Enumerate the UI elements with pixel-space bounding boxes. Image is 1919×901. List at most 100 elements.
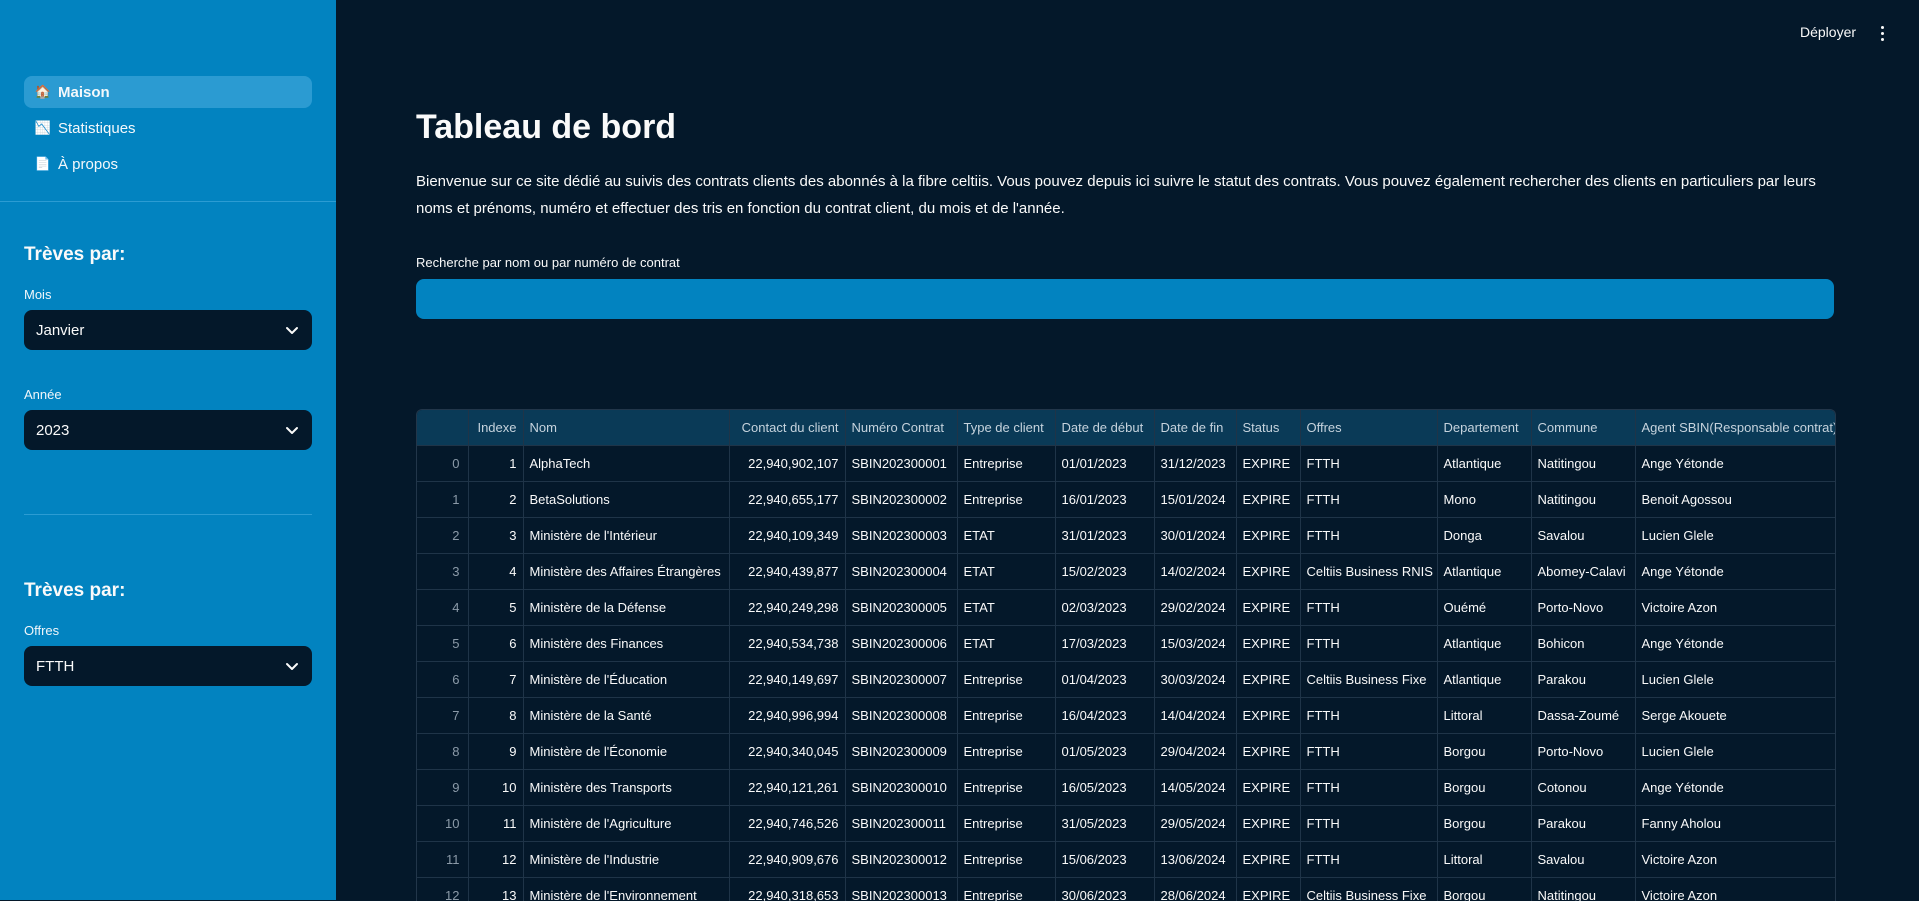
filter-heading: Trèves par: [24, 580, 125, 602]
cell-date-debut: 01/04/2023 [1055, 662, 1154, 698]
cell-indexe: 3 [468, 518, 523, 554]
cell-agent: Benoit Agossou [1635, 482, 1835, 518]
cell-row-index: 5 [417, 626, 468, 662]
column-header-indexe[interactable]: Indexe [468, 410, 523, 446]
offres-label: Offres [24, 623, 59, 638]
search-input[interactable] [416, 279, 1834, 319]
cell-indexe: 2 [468, 482, 523, 518]
data-table[interactable]: IndexeNomContact du clientNuméro Contrat… [416, 409, 1836, 901]
cell-status: EXPIRE [1236, 698, 1300, 734]
annee-select[interactable]: 2023 [24, 410, 312, 450]
column-header-commune[interactable]: Commune [1531, 410, 1635, 446]
sidebar-divider [0, 201, 336, 202]
cell-indexe: 12 [468, 842, 523, 878]
cell-status: EXPIRE [1236, 626, 1300, 662]
table-row[interactable]: 1112Ministère de l'Industrie22,940,909,6… [417, 842, 1835, 878]
table-row[interactable]: 12BetaSolutions22,940,655,177SBIN2023000… [417, 482, 1835, 518]
cell-numero-contrat: SBIN202300005 [845, 590, 957, 626]
mois-select-value: Janvier [36, 322, 84, 339]
cell-agent: Lucien Glele [1635, 662, 1835, 698]
column-header-date-debut[interactable]: Date de début [1055, 410, 1154, 446]
column-header-contact[interactable]: Contact du client [729, 410, 845, 446]
cell-offres: FTTH [1300, 482, 1437, 518]
cell-offres: FTTH [1300, 770, 1437, 806]
cell-nom: Ministère de l'Agriculture [523, 806, 729, 842]
offres-select[interactable]: FTTH [24, 646, 312, 686]
cell-row-index: 6 [417, 662, 468, 698]
page-title: Tableau de bord [416, 108, 676, 147]
cell-numero-contrat: SBIN202300007 [845, 662, 957, 698]
cell-agent: Victoire Azon [1635, 590, 1835, 626]
cell-row-index: 0 [417, 446, 468, 482]
cell-type-client: ETAT [957, 590, 1055, 626]
table-row[interactable]: 01AlphaTech22,940,902,107SBIN202300001En… [417, 446, 1835, 482]
sidebar-item-label: Statistiques [58, 120, 136, 137]
cell-status: EXPIRE [1236, 554, 1300, 590]
table-row[interactable]: 45Ministère de la Défense22,940,249,298S… [417, 590, 1835, 626]
column-header-status[interactable]: Status [1236, 410, 1300, 446]
column-header-type-client[interactable]: Type de client [957, 410, 1055, 446]
column-header-agent[interactable]: Agent SBIN(Responsable contrat) [1635, 410, 1835, 446]
table-row[interactable]: 34Ministère des Affaires Étrangères22,94… [417, 554, 1835, 590]
cell-numero-contrat: SBIN202300002 [845, 482, 957, 518]
table-row[interactable]: 56Ministère des Finances22,940,534,738SB… [417, 626, 1835, 662]
kebab-menu-icon[interactable] [1872, 20, 1892, 46]
table-row[interactable]: 910Ministère des Transports22,940,121,26… [417, 770, 1835, 806]
cell-offres: FTTH [1300, 626, 1437, 662]
cell-numero-contrat: SBIN202300008 [845, 698, 957, 734]
offres-select-value: FTTH [36, 658, 74, 675]
cell-row-index: 9 [417, 770, 468, 806]
sidebar-item-a-propos[interactable]: 📄 À propos [24, 148, 312, 180]
cell-commune: Cotonou [1531, 770, 1635, 806]
cell-commune: Bohicon [1531, 626, 1635, 662]
cell-numero-contrat: SBIN202300009 [845, 734, 957, 770]
sidebar-item-maison[interactable]: 🏠 Maison [24, 76, 312, 108]
column-header-date-fin[interactable]: Date de fin [1154, 410, 1236, 446]
column-header-numero-contrat[interactable]: Numéro Contrat [845, 410, 957, 446]
cell-departement: Mono [1437, 482, 1531, 518]
cell-status: EXPIRE [1236, 482, 1300, 518]
cell-offres: FTTH [1300, 734, 1437, 770]
column-header-offres[interactable]: Offres [1300, 410, 1437, 446]
cell-date-fin: 15/03/2024 [1154, 626, 1236, 662]
sidebar-item-label: À propos [58, 156, 118, 173]
table-row[interactable]: 89Ministère de l'Économie22,940,340,045S… [417, 734, 1835, 770]
column-header-nom[interactable]: Nom [523, 410, 729, 446]
table-row[interactable]: 78Ministère de la Santé22,940,996,994SBI… [417, 698, 1835, 734]
table-row[interactable]: 23Ministère de l'Intérieur22,940,109,349… [417, 518, 1835, 554]
cell-departement: Atlantique [1437, 554, 1531, 590]
mois-select[interactable]: Janvier [24, 310, 312, 350]
cell-date-debut: 15/02/2023 [1055, 554, 1154, 590]
cell-commune: Abomey-Calavi [1531, 554, 1635, 590]
table-row[interactable]: 67Ministère de l'Éducation22,940,149,697… [417, 662, 1835, 698]
annee-select-value: 2023 [36, 422, 69, 439]
cell-type-client: ETAT [957, 626, 1055, 662]
cell-departement: Borgou [1437, 734, 1531, 770]
cell-nom: BetaSolutions [523, 482, 729, 518]
deploy-button[interactable]: Déployer [1800, 24, 1856, 40]
sidebar-item-statistiques[interactable]: 📉 Statistiques [24, 112, 312, 144]
cell-numero-contrat: SBIN202300011 [845, 806, 957, 842]
cell-commune: Savalou [1531, 518, 1635, 554]
chart-decreasing-icon: 📉 [34, 120, 52, 136]
cell-contact: 22,940,109,349 [729, 518, 845, 554]
cell-indexe: 9 [468, 734, 523, 770]
document-icon: 📄 [34, 156, 52, 172]
sidebar-nav: 🏠 Maison 📉 Statistiques 📄 À propos [24, 76, 312, 184]
house-icon: 🏠 [34, 84, 52, 100]
cell-contact: 22,940,655,177 [729, 482, 845, 518]
table-row[interactable]: 1011Ministère de l'Agriculture22,940,746… [417, 806, 1835, 842]
table-row[interactable]: 1213Ministère de l'Environnement22,940,3… [417, 878, 1835, 901]
column-header-row-index[interactable] [417, 410, 468, 446]
cell-status: EXPIRE [1236, 446, 1300, 482]
cell-agent: Ange Yétonde [1635, 554, 1835, 590]
cell-departement: Ouémé [1437, 590, 1531, 626]
contracts-table: IndexeNomContact du clientNuméro Contrat… [417, 410, 1835, 901]
column-header-departement[interactable]: Departement [1437, 410, 1531, 446]
cell-indexe: 10 [468, 770, 523, 806]
cell-date-fin: 14/02/2024 [1154, 554, 1236, 590]
cell-nom: Ministère des Affaires Étrangères [523, 554, 729, 590]
cell-row-index: 11 [417, 842, 468, 878]
intro-text: Bienvenue sur ce site dédié au suivis de… [416, 168, 1836, 222]
cell-agent: Ange Yétonde [1635, 446, 1835, 482]
